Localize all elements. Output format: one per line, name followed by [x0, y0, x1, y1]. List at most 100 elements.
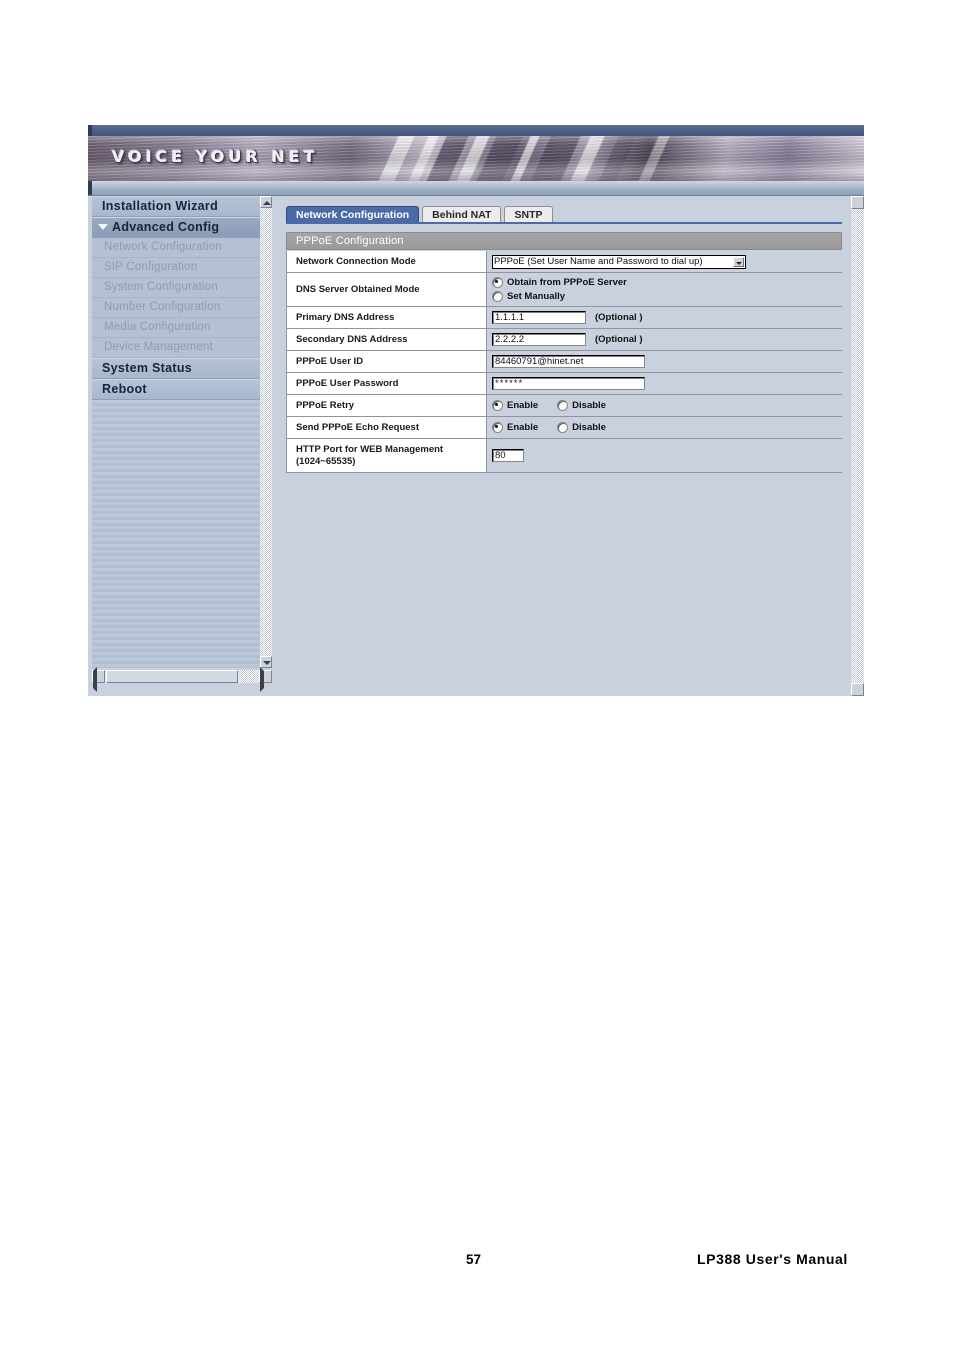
pppoe-password-input[interactable]	[492, 377, 645, 390]
chevron-down-icon	[98, 224, 108, 230]
table-row: Secondary DNS Address (Optional )	[286, 329, 842, 351]
table-row: HTTP Port for WEB Management (1024~65535…	[286, 439, 842, 473]
secondary-dns-input[interactable]	[492, 333, 586, 346]
app-body: Installation Wizard Advanced Config Netw…	[88, 196, 864, 696]
sidebar-horizontal-scrollbar[interactable]	[92, 667, 272, 692]
page-number: 57	[466, 1252, 482, 1267]
scrollbar-up-button[interactable]	[260, 196, 272, 208]
pppoe-retry-radio-group: Enable Disable	[492, 400, 606, 411]
radio-pppoe-retry-enable[interactable]: Enable	[492, 400, 538, 411]
device-web-ui-screenshot: VOICE YOUR NET Installation Wizard Advan…	[88, 113, 864, 696]
sidebar-item-system-configuration[interactable]: System Configuration	[92, 278, 260, 298]
field-label: Send PPPoE Echo Request	[286, 417, 487, 438]
pppoe-user-id-input[interactable]	[492, 355, 645, 368]
sidebar-filler	[92, 400, 260, 668]
sidebar-item-label: Advanced Config	[112, 220, 220, 234]
screenshot-top-whitespace	[88, 113, 864, 125]
scrollbar-up-button[interactable]	[851, 196, 864, 209]
field-label: Secondary DNS Address	[286, 329, 487, 350]
network-connection-mode-select-wrap: PPPoE (Set User Name and Password to dia…	[492, 254, 746, 269]
scrollbar-left-button[interactable]	[92, 667, 105, 692]
primary-dns-input[interactable]	[492, 311, 586, 324]
arrow-left-icon	[93, 667, 97, 692]
banner-logo-text: VOICE YOUR NET	[112, 147, 319, 166]
sidebar-item-label: Reboot	[102, 382, 147, 396]
sidebar-item-sip-configuration[interactable]: SIP Configuration	[92, 258, 260, 278]
field-value: (Optional )	[487, 329, 842, 350]
sidebar-item-system-status[interactable]: System Status	[92, 358, 260, 379]
sidebar-item-device-management[interactable]: Device Management	[92, 338, 260, 358]
sidebar-nav: Installation Wizard Advanced Config Netw…	[92, 196, 260, 668]
http-port-label-line2: (1024~65535)	[296, 455, 356, 467]
content-vertical-scrollbar[interactable]	[851, 196, 864, 696]
scrollbar-thumb[interactable]	[106, 670, 238, 683]
field-label: HTTP Port for WEB Management (1024~65535…	[286, 439, 487, 472]
field-value: PPPoE (Set User Name and Password to dia…	[487, 251, 842, 272]
arrow-down-icon	[263, 661, 271, 665]
manual-page: VOICE YOUR NET Installation Wizard Advan…	[0, 0, 954, 1350]
tab-label: SNTP	[514, 209, 543, 221]
optional-note: (Optional )	[595, 334, 643, 345]
http-port-input[interactable]	[492, 449, 524, 462]
table-row: Network Connection Mode PPPoE (Set User …	[286, 251, 842, 273]
tab-behind-nat[interactable]: Behind NAT	[422, 206, 502, 222]
field-value: Enable Disable	[487, 417, 842, 438]
radio-icon	[492, 291, 503, 302]
field-label: Primary DNS Address	[286, 307, 487, 328]
radio-obtain-from-pppoe-server[interactable]: Obtain from PPPoE Server	[492, 277, 627, 288]
field-label: PPPoE Retry	[286, 395, 487, 416]
network-connection-mode-select[interactable]: PPPoE (Set User Name and Password to dia…	[492, 254, 746, 269]
sidebar-item-label: System Configuration	[104, 281, 218, 293]
sidebar-item-label: System Status	[102, 361, 193, 375]
sidebar-item-label: Network Configuration	[104, 241, 222, 253]
radio-pppoe-echo-enable[interactable]: Enable	[492, 422, 538, 433]
sidebar-vertical-scrollbar[interactable]	[260, 196, 272, 668]
radio-icon	[492, 400, 503, 411]
content-pane: Network Configuration Behind NAT SNTP PP…	[278, 196, 850, 696]
field-value	[487, 351, 842, 372]
sidebar-item-label: Installation Wizard	[102, 199, 219, 213]
tab-sntp[interactable]: SNTP	[504, 206, 553, 222]
radio-pppoe-retry-disable[interactable]: Disable	[557, 400, 606, 411]
radio-label: Set Manually	[507, 291, 566, 302]
radio-icon	[492, 422, 503, 433]
scrollbar-down-button[interactable]	[851, 683, 864, 696]
radio-icon	[557, 400, 569, 411]
sidebar-item-label: SIP Configuration	[104, 261, 198, 273]
pppoe-configuration-form: Network Connection Mode PPPoE (Set User …	[286, 251, 842, 473]
tab-bar: Network Configuration Behind NAT SNTP	[286, 206, 556, 223]
tab-label: Behind NAT	[432, 209, 492, 221]
field-label: DNS Server Obtained Mode	[286, 273, 487, 306]
radio-label: Disable	[572, 422, 606, 433]
scrollbar-right-button[interactable]	[259, 667, 272, 692]
radio-set-manually[interactable]: Set Manually	[492, 291, 565, 302]
manual-title: LP388 User's Manual	[697, 1251, 848, 1267]
field-value: Obtain from PPPoE Server Set Manually	[487, 273, 842, 306]
table-row: Primary DNS Address (Optional )	[286, 307, 842, 329]
sidebar-item-media-configuration[interactable]: Media Configuration	[92, 318, 260, 338]
field-value: Enable Disable	[487, 395, 842, 416]
sidebar-item-advanced-config[interactable]: Advanced Config	[92, 217, 260, 238]
sidebar-item-label: Device Management	[104, 341, 213, 353]
sidebar-item-label: Number Configuration	[104, 301, 221, 313]
radio-pppoe-echo-disable[interactable]: Disable	[557, 422, 606, 433]
sidebar-item-label: Media Configuration	[104, 321, 211, 333]
field-label: PPPoE User ID	[286, 351, 487, 372]
radio-label: Enable	[507, 422, 539, 433]
table-row: PPPoE User ID	[286, 351, 842, 373]
tab-network-configuration[interactable]: Network Configuration	[286, 206, 420, 222]
pppoe-echo-radio-group: Enable Disable	[492, 422, 606, 433]
banner-under-bar	[88, 181, 864, 196]
field-value	[487, 373, 842, 394]
field-value: (Optional )	[487, 307, 842, 328]
sidebar-item-reboot[interactable]: Reboot	[92, 379, 260, 400]
http-port-label-line1: HTTP Port for WEB Management	[296, 443, 444, 455]
sidebar-item-number-configuration[interactable]: Number Configuration	[92, 298, 260, 318]
sidebar-item-network-configuration[interactable]: Network Configuration	[92, 238, 260, 258]
product-banner: VOICE YOUR NET	[88, 136, 864, 181]
radio-label: Enable	[507, 400, 539, 411]
radio-icon	[492, 277, 503, 288]
sidebar-item-installation-wizard[interactable]: Installation Wizard	[92, 196, 260, 217]
table-row: DNS Server Obtained Mode Obtain from PPP…	[286, 273, 842, 307]
radio-label: Disable	[572, 400, 606, 411]
